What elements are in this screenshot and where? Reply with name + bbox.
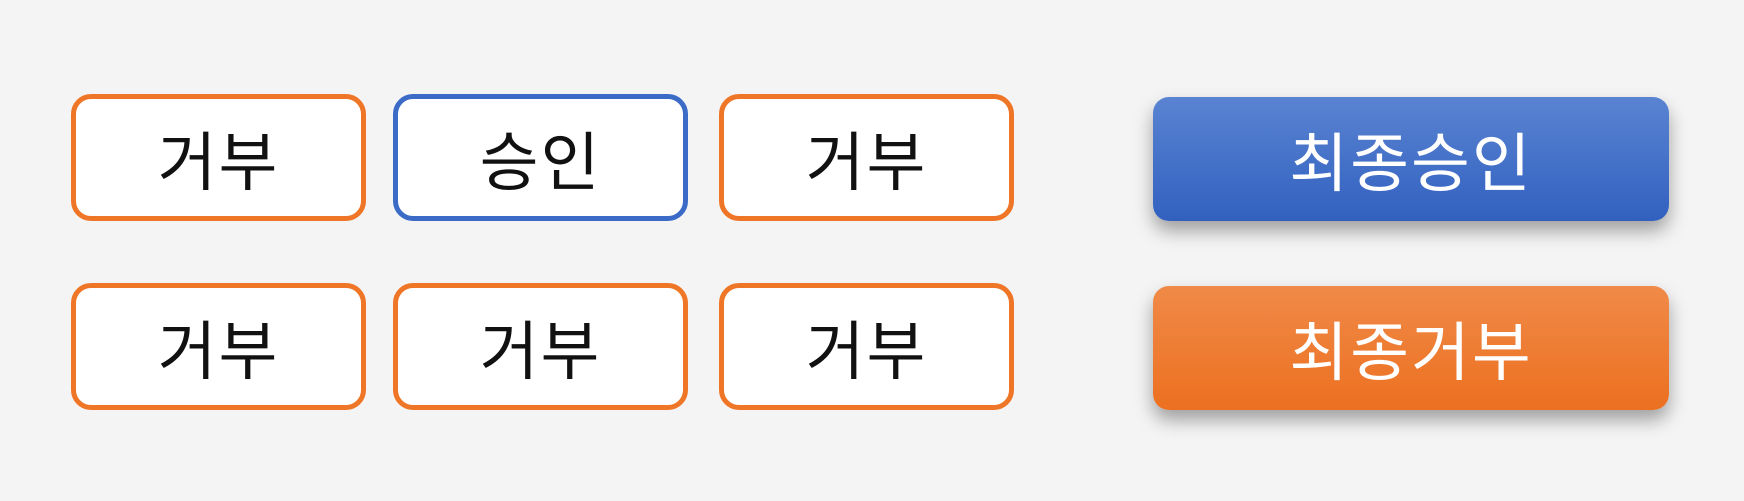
vote-reject-button-6[interactable]: 거부 [719,283,1014,410]
vote-reject-button-4[interactable]: 거부 [71,283,366,410]
final-reject-button[interactable]: 최종거부 [1153,286,1669,410]
vote-reject-button-3[interactable]: 거부 [719,94,1014,221]
final-approve-button[interactable]: 최종승인 [1153,97,1669,221]
vote-approve-button-2[interactable]: 승인 [393,94,688,221]
vote-reject-button-5[interactable]: 거부 [393,283,688,410]
approval-panel: 거부 승인 거부 거부 거부 거부 최종승인 최종거부 [0,0,1744,501]
vote-reject-button-1[interactable]: 거부 [71,94,366,221]
